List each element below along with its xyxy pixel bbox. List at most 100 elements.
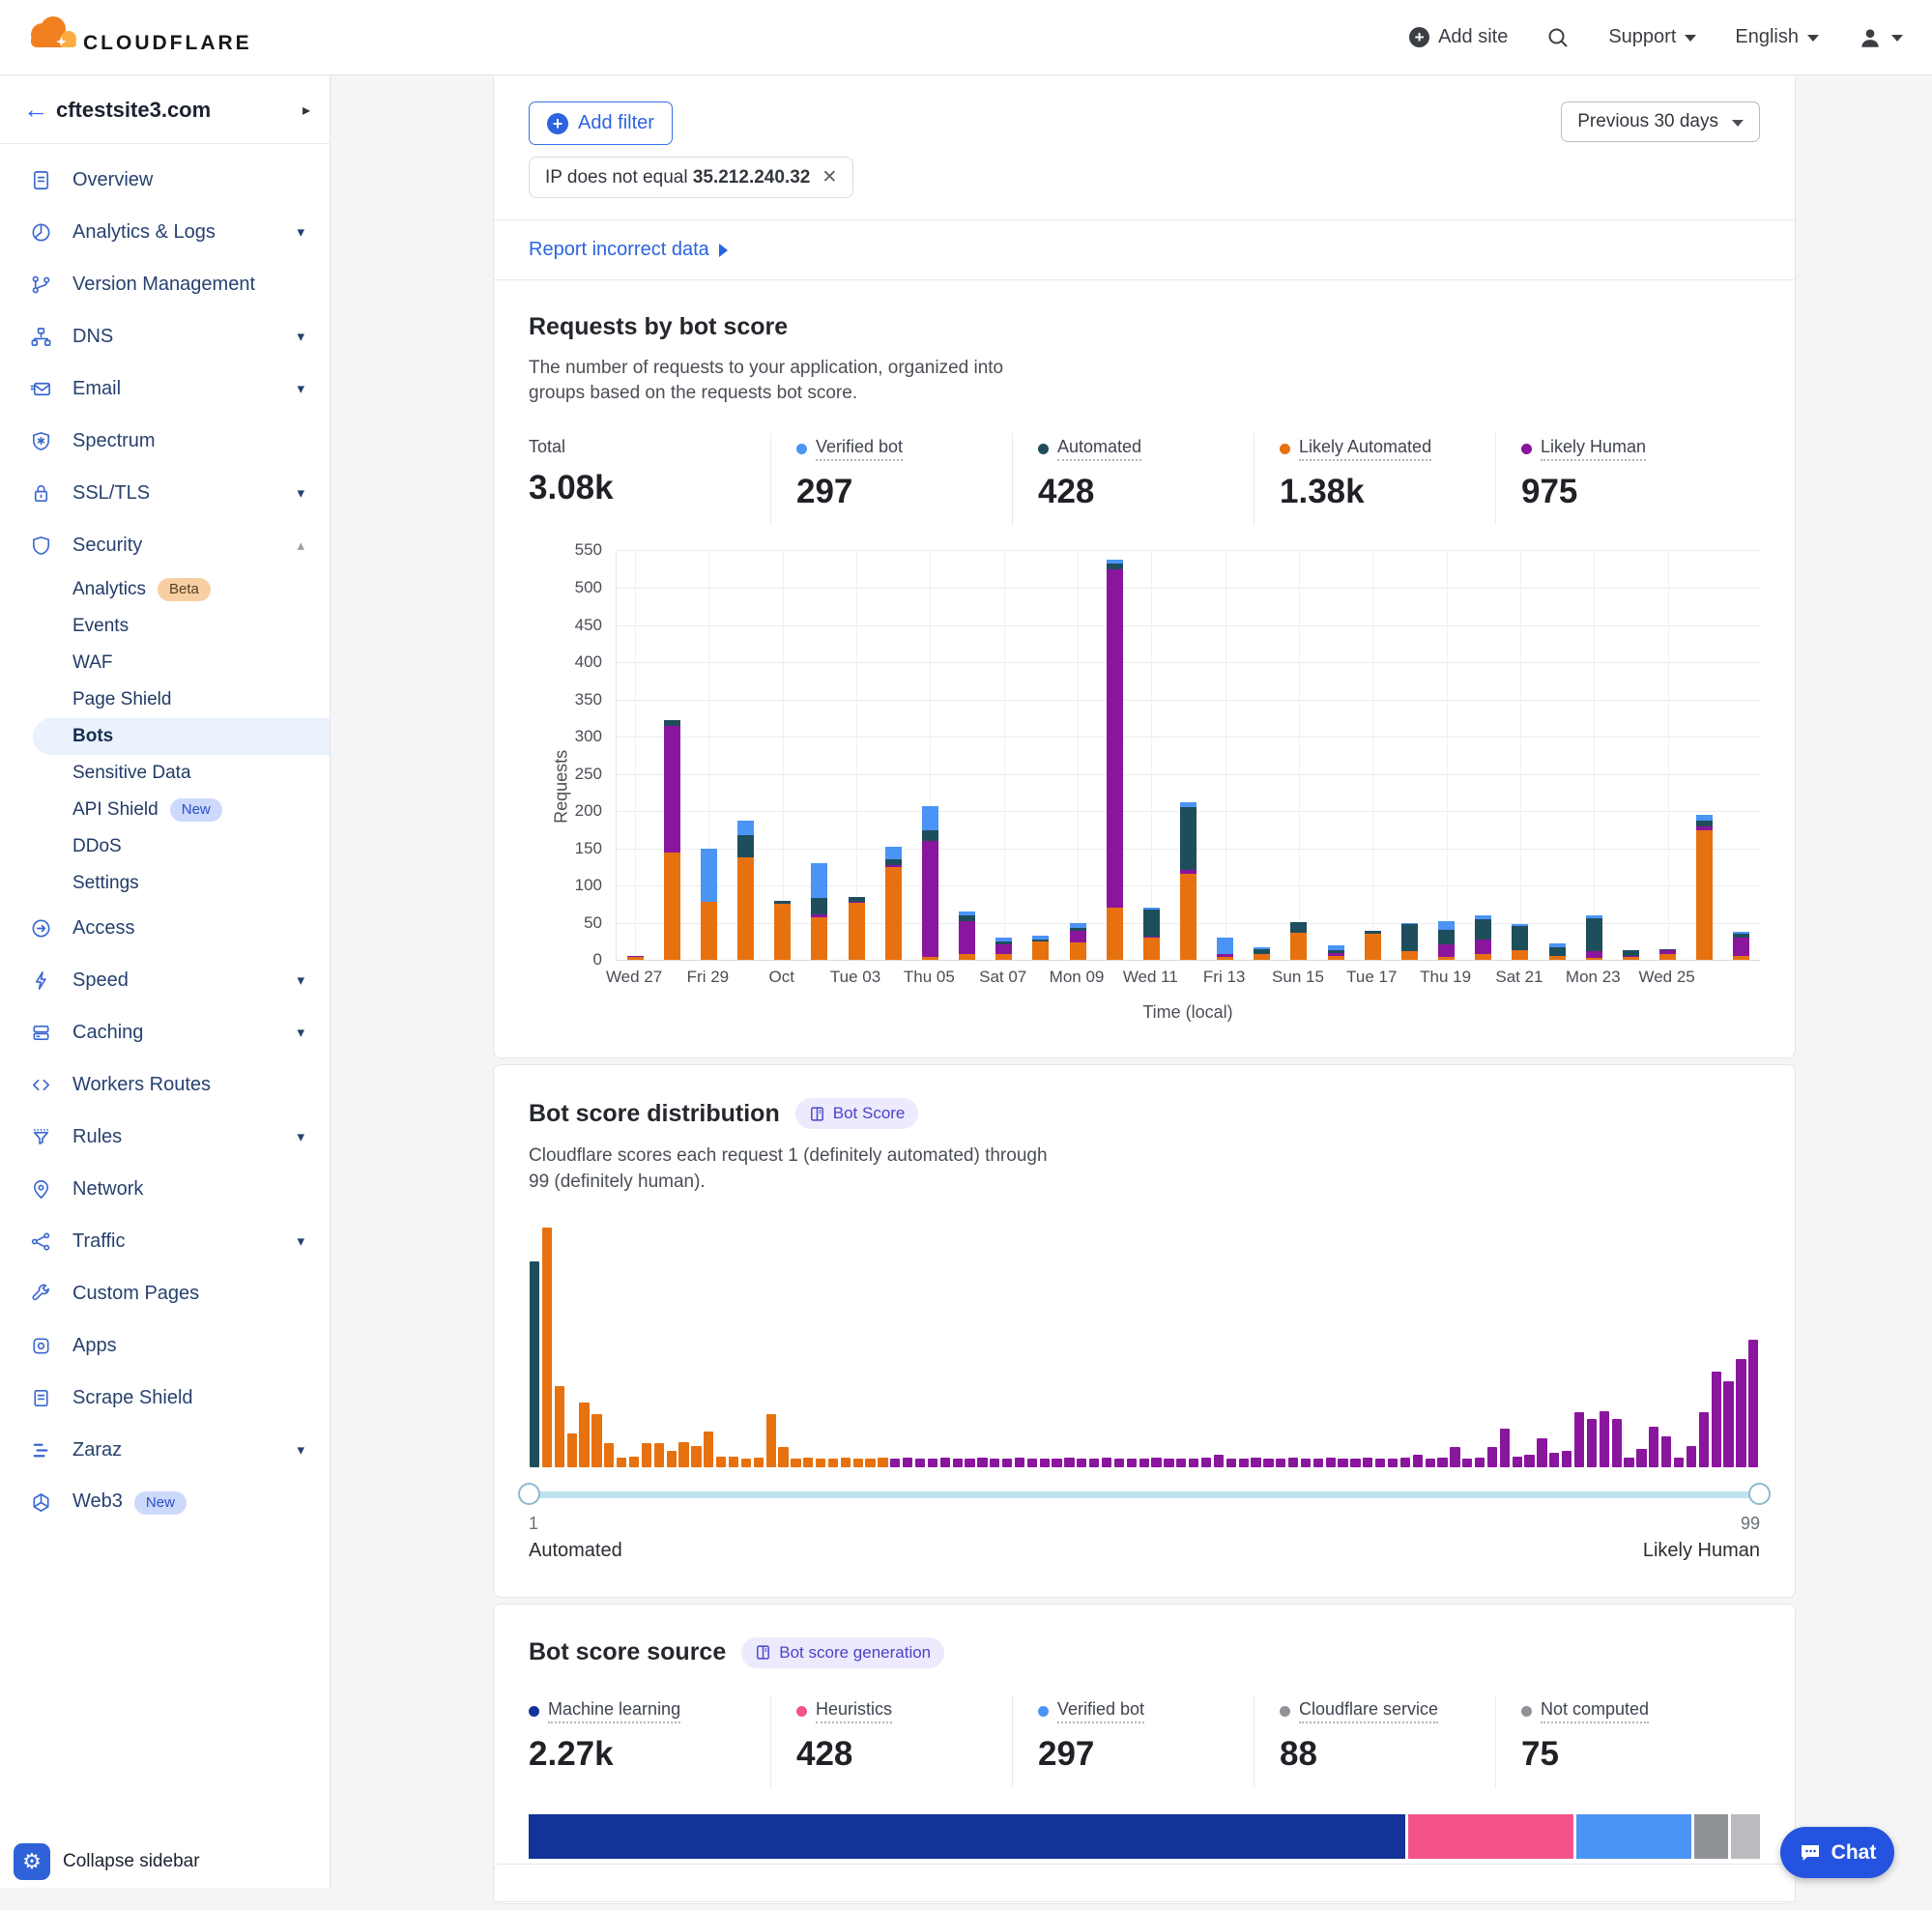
account-menu[interactable]	[1858, 25, 1903, 50]
histogram-bar-score-49[interactable]	[1127, 1459, 1137, 1467]
bar-segment-likely-human[interactable]	[627, 956, 644, 958]
bar-segment-verified-bot[interactable]	[811, 863, 827, 897]
histogram-bar-score-34[interactable]	[940, 1458, 950, 1467]
histogram-bar-score-65[interactable]	[1326, 1458, 1336, 1467]
bar-segment-likely-automated[interactable]	[1586, 958, 1602, 960]
bar-segment-likely-automated[interactable]	[1365, 934, 1381, 961]
bar-segment-likely-human[interactable]	[1180, 870, 1197, 874]
bar-segment-likely-human[interactable]	[811, 914, 827, 917]
histogram-bar-score-26[interactable]	[841, 1458, 851, 1467]
bar-segment-automated[interactable]	[1438, 930, 1455, 944]
date-range-select[interactable]: Previous 30 days	[1561, 101, 1760, 142]
close-icon[interactable]: ✕	[822, 166, 837, 188]
histogram-bar-score-55[interactable]	[1201, 1458, 1211, 1467]
bar-segment-likely-automated[interactable]	[664, 853, 680, 961]
add-filter-button[interactable]: + Add filter	[529, 101, 673, 145]
bar-segment-automated[interactable]	[849, 897, 865, 902]
histogram-bar-score-52[interactable]	[1164, 1459, 1173, 1467]
histogram-bar-score-94[interactable]	[1687, 1446, 1696, 1467]
histogram-bar-score-54[interactable]	[1189, 1459, 1198, 1467]
sidebar-item-access[interactable]: Access	[0, 902, 330, 954]
bar-segment-likely-automated[interactable]	[1290, 933, 1307, 961]
bar-segment-automated[interactable]	[1696, 821, 1713, 826]
support-menu[interactable]: Support	[1608, 26, 1696, 48]
stat-label[interactable]: Heuristics	[816, 1699, 892, 1723]
bar-segment-verified-bot[interactable]	[701, 849, 717, 903]
bar-segment-likely-automated[interactable]	[1659, 954, 1676, 961]
bar-segment-likely-human[interactable]	[1659, 950, 1676, 953]
histogram-bar-score-78[interactable]	[1487, 1447, 1497, 1467]
source-segment-heuristics[interactable]	[1408, 1814, 1573, 1859]
bar-segment-automated[interactable]	[959, 915, 975, 921]
histogram-bar-score-51[interactable]	[1151, 1458, 1161, 1467]
sidebar-item-zaraz[interactable]: Zaraz▾	[0, 1424, 330, 1476]
histogram-bar-score-13[interactable]	[678, 1442, 688, 1467]
bar-segment-likely-automated[interactable]	[1475, 954, 1491, 960]
bot-score-badge[interactable]: Bot Score	[795, 1098, 919, 1129]
bar-segment-likely-automated[interactable]	[1180, 874, 1197, 960]
bar-segment-verified-bot[interactable]	[1401, 923, 1418, 925]
bar-segment-likely-human[interactable]	[1586, 951, 1602, 958]
slider-handle-min[interactable]	[518, 1483, 540, 1505]
bar-segment-verified-bot[interactable]	[885, 847, 902, 860]
bar-segment-verified-bot[interactable]	[737, 821, 754, 835]
bar-segment-verified-bot[interactable]	[1107, 560, 1123, 563]
bar-segment-likely-automated[interactable]	[701, 902, 717, 960]
histogram-bar-score-6[interactable]	[591, 1414, 601, 1467]
bar-segment-verified-bot[interactable]	[1438, 921, 1455, 929]
histogram-bar-score-37[interactable]	[977, 1458, 987, 1467]
bar-segment-automated[interactable]	[774, 901, 791, 904]
histogram-bar-score-53[interactable]	[1176, 1459, 1186, 1467]
sidebar-subitem-sensitive-data[interactable]: Sensitive Data	[0, 755, 330, 792]
bar-segment-likely-automated[interactable]	[1549, 956, 1566, 961]
bar-segment-likely-human[interactable]	[995, 944, 1012, 954]
bar-segment-automated[interactable]	[1143, 910, 1160, 937]
histogram-bar-score-45[interactable]	[1077, 1459, 1086, 1467]
histogram-bar-score-21[interactable]	[778, 1447, 788, 1467]
histogram-bar-score-64[interactable]	[1313, 1459, 1323, 1467]
source-segment-cloudflare-service[interactable]	[1694, 1814, 1728, 1859]
bar-segment-likely-automated[interactable]	[922, 957, 938, 961]
histogram-bar-score-7[interactable]	[604, 1443, 614, 1467]
histogram-bar-score-95[interactable]	[1699, 1412, 1709, 1467]
bar-segment-likely-automated[interactable]	[1438, 957, 1455, 961]
bar-segment-likely-human[interactable]	[1475, 940, 1491, 954]
report-incorrect-data-link[interactable]: Report incorrect data	[529, 239, 709, 261]
bar-segment-automated[interactable]	[1290, 922, 1307, 933]
histogram-bar-score-40[interactable]	[1015, 1458, 1024, 1467]
bar-segment-verified-bot[interactable]	[1549, 943, 1566, 947]
sidebar-subitem-ddos[interactable]: DDoS	[0, 828, 330, 865]
chat-button[interactable]: Chat	[1780, 1827, 1894, 1878]
stat-label[interactable]: Not computed	[1541, 1699, 1649, 1723]
histogram-bar-score-44[interactable]	[1064, 1458, 1074, 1467]
bar-segment-likely-human[interactable]	[1107, 569, 1123, 909]
bar-segment-likely-automated[interactable]	[774, 904, 791, 961]
chevron-right-icon[interactable]: ▸	[303, 101, 310, 120]
histogram-bar-score-61[interactable]	[1276, 1459, 1285, 1467]
bar-segment-verified-bot[interactable]	[1475, 915, 1491, 919]
sidebar-item-custom-pages[interactable]: Custom Pages	[0, 1267, 330, 1319]
histogram-bar-score-77[interactable]	[1475, 1458, 1485, 1467]
sidebar-item-email[interactable]: Email▾	[0, 362, 330, 415]
histogram-bar-score-92[interactable]	[1661, 1436, 1671, 1467]
histogram-bar-score-86[interactable]	[1587, 1419, 1597, 1467]
histogram-bar-score-9[interactable]	[629, 1457, 639, 1467]
search-button[interactable]	[1546, 26, 1570, 49]
sidebar-item-traffic[interactable]: Traffic▾	[0, 1215, 330, 1267]
histogram-bar-score-4[interactable]	[567, 1433, 577, 1467]
sidebar-subitem-bots[interactable]: Bots	[33, 718, 330, 755]
histogram-bar-score-39[interactable]	[1002, 1459, 1012, 1467]
sidebar-item-apps[interactable]: Apps	[0, 1319, 330, 1372]
histogram-bar-score-97[interactable]	[1723, 1381, 1733, 1467]
stat-label[interactable]: Verified bot	[816, 437, 903, 461]
bar-segment-likely-automated[interactable]	[1733, 956, 1749, 961]
histogram-bar-score-17[interactable]	[729, 1457, 738, 1467]
histogram-bar-score-27[interactable]	[853, 1459, 863, 1467]
bar-segment-automated[interactable]	[885, 859, 902, 864]
histogram-bar-score-43[interactable]	[1052, 1459, 1061, 1467]
bar-segment-verified-bot[interactable]	[1328, 945, 1344, 950]
bar-segment-automated[interactable]	[922, 830, 938, 842]
bar-segment-likely-automated[interactable]	[737, 857, 754, 960]
stat-label[interactable]: Cloudflare service	[1299, 1699, 1438, 1723]
histogram-bar-score-82[interactable]	[1537, 1438, 1546, 1467]
